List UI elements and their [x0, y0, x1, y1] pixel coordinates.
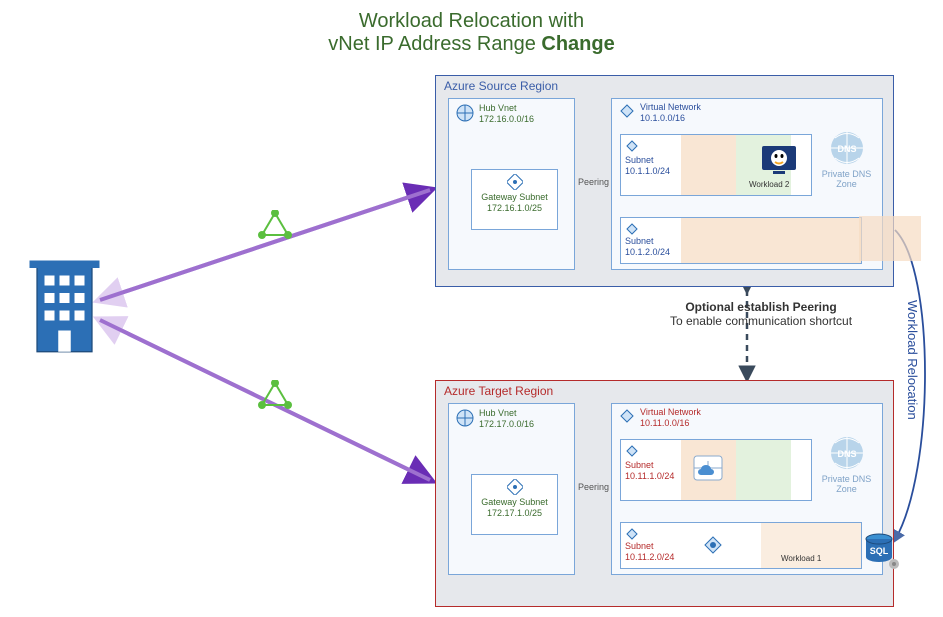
target-gw-label: Gateway Subnet: [481, 497, 548, 507]
source-hub-label: Hub Vnet: [479, 103, 517, 113]
target-sub2-cidr: 10.11.2.0/24: [625, 552, 674, 562]
overlay-zone-b: [736, 440, 791, 500]
target-vnet-label: Virtual Network: [640, 407, 701, 417]
workload-relocation-label: Workload Relocation: [905, 300, 920, 420]
source-header: Azure Source Region: [444, 79, 558, 93]
diagram-canvas: Workload Relocation with vNet IP Address…: [0, 0, 943, 617]
target-hub-label: Hub Vnet: [479, 408, 517, 418]
target-sub1-cidr: 10.11.1.0/24: [625, 471, 674, 481]
target-gateway-subnet: Gateway Subnet 172.17.1.0/25: [471, 474, 558, 535]
overlay-zone-a: [681, 218, 861, 263]
optional-peering-header: Optional establish Peering: [685, 300, 836, 314]
building-icon: [27, 258, 102, 363]
private-dns-zone: DNS Private DNS Zone: [819, 129, 874, 189]
vnet-icon: [618, 407, 636, 430]
target-sub1-label: Subnet: [625, 460, 654, 470]
cloud-icon: [693, 455, 723, 486]
peering-label-target: Peering: [578, 482, 609, 492]
target-header: Azure Target Region: [444, 384, 553, 398]
private-dns-zone: DNS Private DNS Zone: [819, 434, 874, 494]
target-virtual-network: Virtual Network 10.11.0.0/16 Subnet 10.1…: [611, 403, 883, 575]
workload1-label: Workload 1: [781, 553, 821, 564]
source-vnet-label: Virtual Network: [640, 102, 701, 112]
vnet-icon: [618, 102, 636, 125]
source-subnet-1: Subnet 10.1.1.0/24 Workload 2: [620, 134, 812, 196]
diagram-title: Workload Relocation with vNet IP Address…: [0, 10, 943, 56]
title-line1: Workload Relocation with: [359, 10, 584, 32]
vnet-icon: [455, 408, 475, 433]
mesh-icon: [258, 380, 292, 419]
source-virtual-network: Virtual Network 10.1.0.0/16 Subnet 10.1.…: [611, 98, 883, 270]
target-hub-vnet: Hub Vnet 172.17.0.0/16 Gateway Subnet 17…: [448, 403, 575, 575]
optional-peering-text: Optional establish Peering To enable com…: [666, 300, 856, 328]
source-sub1-cidr: 10.1.1.0/24: [625, 166, 670, 176]
target-sub2-label: Subnet: [625, 541, 654, 551]
source-sub2-cidr: 10.1.2.0/24: [625, 247, 670, 257]
sql-icon: SQL: [860, 530, 902, 577]
mesh-icon: [258, 210, 292, 249]
source-gw-label: Gateway Subnet: [481, 192, 548, 202]
source-sub1-label: Subnet: [625, 155, 654, 165]
target-hub-cidr: 172.17.0.0/16: [479, 419, 534, 429]
peering-label-source: Peering: [578, 177, 609, 187]
title-line2-bold: Change: [541, 33, 614, 55]
source-subnet-2: Subnet 10.1.2.0/24: [620, 217, 862, 264]
source-dns-label: Private DNS Zone: [819, 169, 874, 189]
svg-text:DNS: DNS: [837, 449, 856, 459]
azure-source-region: Azure Source Region Hub Vnet 172.16.0.0/…: [435, 75, 894, 287]
vnet-icon: [455, 103, 475, 128]
private-endpoint-icon: [701, 533, 725, 562]
source-vnet-cidr: 10.1.0.0/16: [640, 113, 685, 123]
svg-text:DNS: DNS: [837, 144, 856, 154]
target-subnet-1: Subnet 10.11.1.0/24: [620, 439, 812, 501]
title-line2-prefix: vNet IP Address Range: [328, 33, 541, 55]
source-gateway-subnet: Gateway Subnet 172.16.1.0/25: [471, 169, 558, 230]
azure-target-region: Azure Target Region Hub Vnet 172.17.0.0/…: [435, 380, 894, 607]
workload2-label: Workload 2: [749, 179, 789, 190]
overlay-zone-a: [859, 216, 921, 261]
vm-linux-icon: [761, 145, 797, 180]
target-subnet-2: Subnet 10.11.2.0/24 Workload 1: [620, 522, 862, 569]
source-gw-cidr: 172.16.1.0/25: [487, 203, 542, 213]
source-hub-vnet: Hub Vnet 172.16.0.0/16 Gateway Subnet 17…: [448, 98, 575, 270]
target-vnet-cidr: 10.11.0.0/16: [640, 418, 689, 428]
overlay-zone-a: [681, 135, 736, 195]
target-gw-cidr: 172.17.1.0/25: [487, 508, 542, 518]
source-sub2-label: Subnet: [625, 236, 654, 246]
svg-text:SQL: SQL: [870, 546, 889, 556]
optional-peering-body: To enable communication shortcut: [670, 314, 852, 328]
source-hub-cidr: 172.16.0.0/16: [479, 114, 534, 124]
target-dns-label: Private DNS Zone: [819, 474, 874, 494]
